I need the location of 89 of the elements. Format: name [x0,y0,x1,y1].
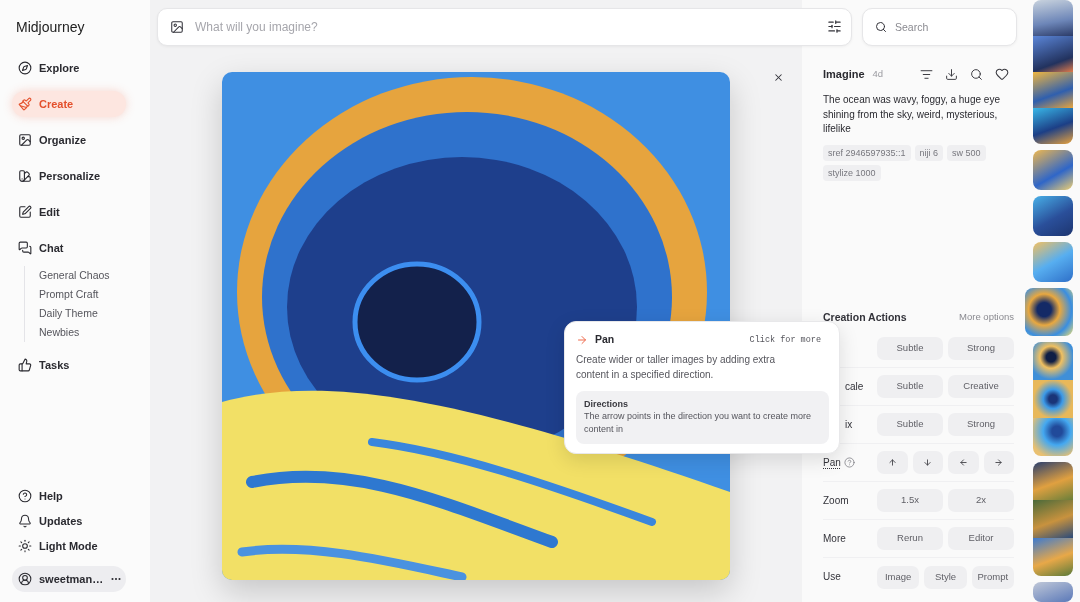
sun-icon [18,539,32,553]
row-label: ix [845,419,853,430]
search-field[interactable]: Search [862,8,1017,46]
parameter-tag: stylize 1000 [823,164,881,181]
search-icon[interactable] [970,67,983,81]
nav-item[interactable]: Explore [12,55,126,81]
footer-link[interactable]: Updates [12,510,138,532]
arrow-right-icon [576,334,588,346]
parameter-tag: niji 6 [914,144,944,161]
action-button[interactable]: Style [924,565,967,589]
row-label: Use [823,572,841,582]
action-button[interactable]: Creative [948,375,1014,398]
help-icon [18,489,32,503]
action-button[interactable]: Subtle [877,337,943,360]
channel-link[interactable]: Daily Theme [39,304,138,323]
nav-item[interactable]: Personalize [12,163,126,189]
footer-link[interactable]: Help [12,485,138,507]
note-text: The arrow points in the direction you want to create more content in [584,410,813,436]
action-button[interactable]: Subtle [877,375,943,398]
nav-item[interactable]: Tasks [12,352,126,378]
user-avatar-icon [18,572,32,586]
row-label: More [823,533,846,544]
image-icon[interactable] [170,20,184,34]
search-icon [875,21,887,33]
bell-icon [18,514,32,528]
close-icon[interactable] [773,72,784,83]
row-label: cale [845,381,864,392]
action-button[interactable]: Editor [948,527,1014,550]
row-label: Zoom [823,495,849,506]
tooltip-text: Create wider or taller images by adding extra content in a specified direction. [576,353,776,382]
age-label: 4d [872,66,884,81]
thumbnail[interactable] [1033,418,1073,456]
action-button[interactable]: Strong [948,413,1014,436]
thumbs-up-icon [18,358,32,372]
action-button[interactable]: Strong [948,337,1014,360]
action-button[interactable]: Prompt [971,565,1014,589]
parameter-tag: sref 2946597935::1 [823,144,911,161]
arrow-right-icon [994,458,1004,467]
thumbnail[interactable] [1033,242,1073,282]
parameter-tag: sw 500 [947,144,986,161]
action-button[interactable]: 2x [948,489,1014,512]
thumbnail[interactable] [1033,196,1073,236]
pen-square-icon [18,205,32,219]
channel-link[interactable]: Newbies [39,323,138,342]
nav-item[interactable]: Chat [12,235,126,261]
footer-link[interactable]: Light Mode [12,535,138,557]
thumbnail[interactable] [1033,72,1073,108]
user-menu[interactable]: sweetman… [12,566,126,592]
action-button[interactable]: Image [877,565,920,589]
action-button[interactable]: Subtle [877,413,943,436]
pan-label[interactable]: Pan [823,457,841,468]
heart-icon[interactable] [995,67,1009,81]
prompt-field[interactable]: What will you imagine? [157,8,852,46]
download-icon[interactable] [945,67,958,81]
thumbnail[interactable] [1033,342,1073,380]
list-icon[interactable] [920,67,933,81]
note-title: Directions [584,398,629,410]
prompt-text: The ocean was wavy, foggy, a huge eye shining from the sky, weird, mysterious, lifelike [823,93,1001,136]
arrow-up-icon [887,458,897,467]
thumbnail[interactable] [1033,0,1073,36]
thumbnail[interactable] [1033,36,1073,72]
section-title: Creation Actions [823,311,907,322]
thumbnail[interactable] [1033,462,1073,500]
tooltip-hint: Click for more [749,333,821,347]
image-icon [18,133,32,147]
thumbnail[interactable] [1033,150,1073,190]
chat-bubbles-icon [18,241,32,255]
channel-link[interactable]: Prompt Craft [39,285,138,304]
arrow-down-icon [923,458,933,467]
action-button[interactable]: 1.5x [877,489,943,512]
thumbnail[interactable] [1033,380,1073,418]
panel-title: Imagine [823,66,865,82]
nav-item[interactable]: Edit [12,199,126,225]
thumbnail[interactable] [1025,288,1073,336]
more-options-link[interactable]: More options [959,312,1014,322]
thumbnail[interactable] [1033,500,1073,538]
compass-icon [18,61,32,75]
channel-link[interactable]: General Chaos [39,266,138,285]
action-button[interactable]: Rerun [877,527,943,550]
thumbnail[interactable] [1033,538,1073,576]
tooltip-title: Pan [595,332,615,348]
thumbnail[interactable] [1033,582,1073,602]
settings-icon[interactable] [827,19,842,34]
swatch-book-icon [18,169,32,183]
paintbrush-icon [18,97,32,111]
app-logo: Midjourney [15,18,86,36]
nav-item[interactable]: Organize [12,127,126,153]
thumbnail[interactable] [1033,108,1073,144]
arrow-left-icon [958,458,968,467]
